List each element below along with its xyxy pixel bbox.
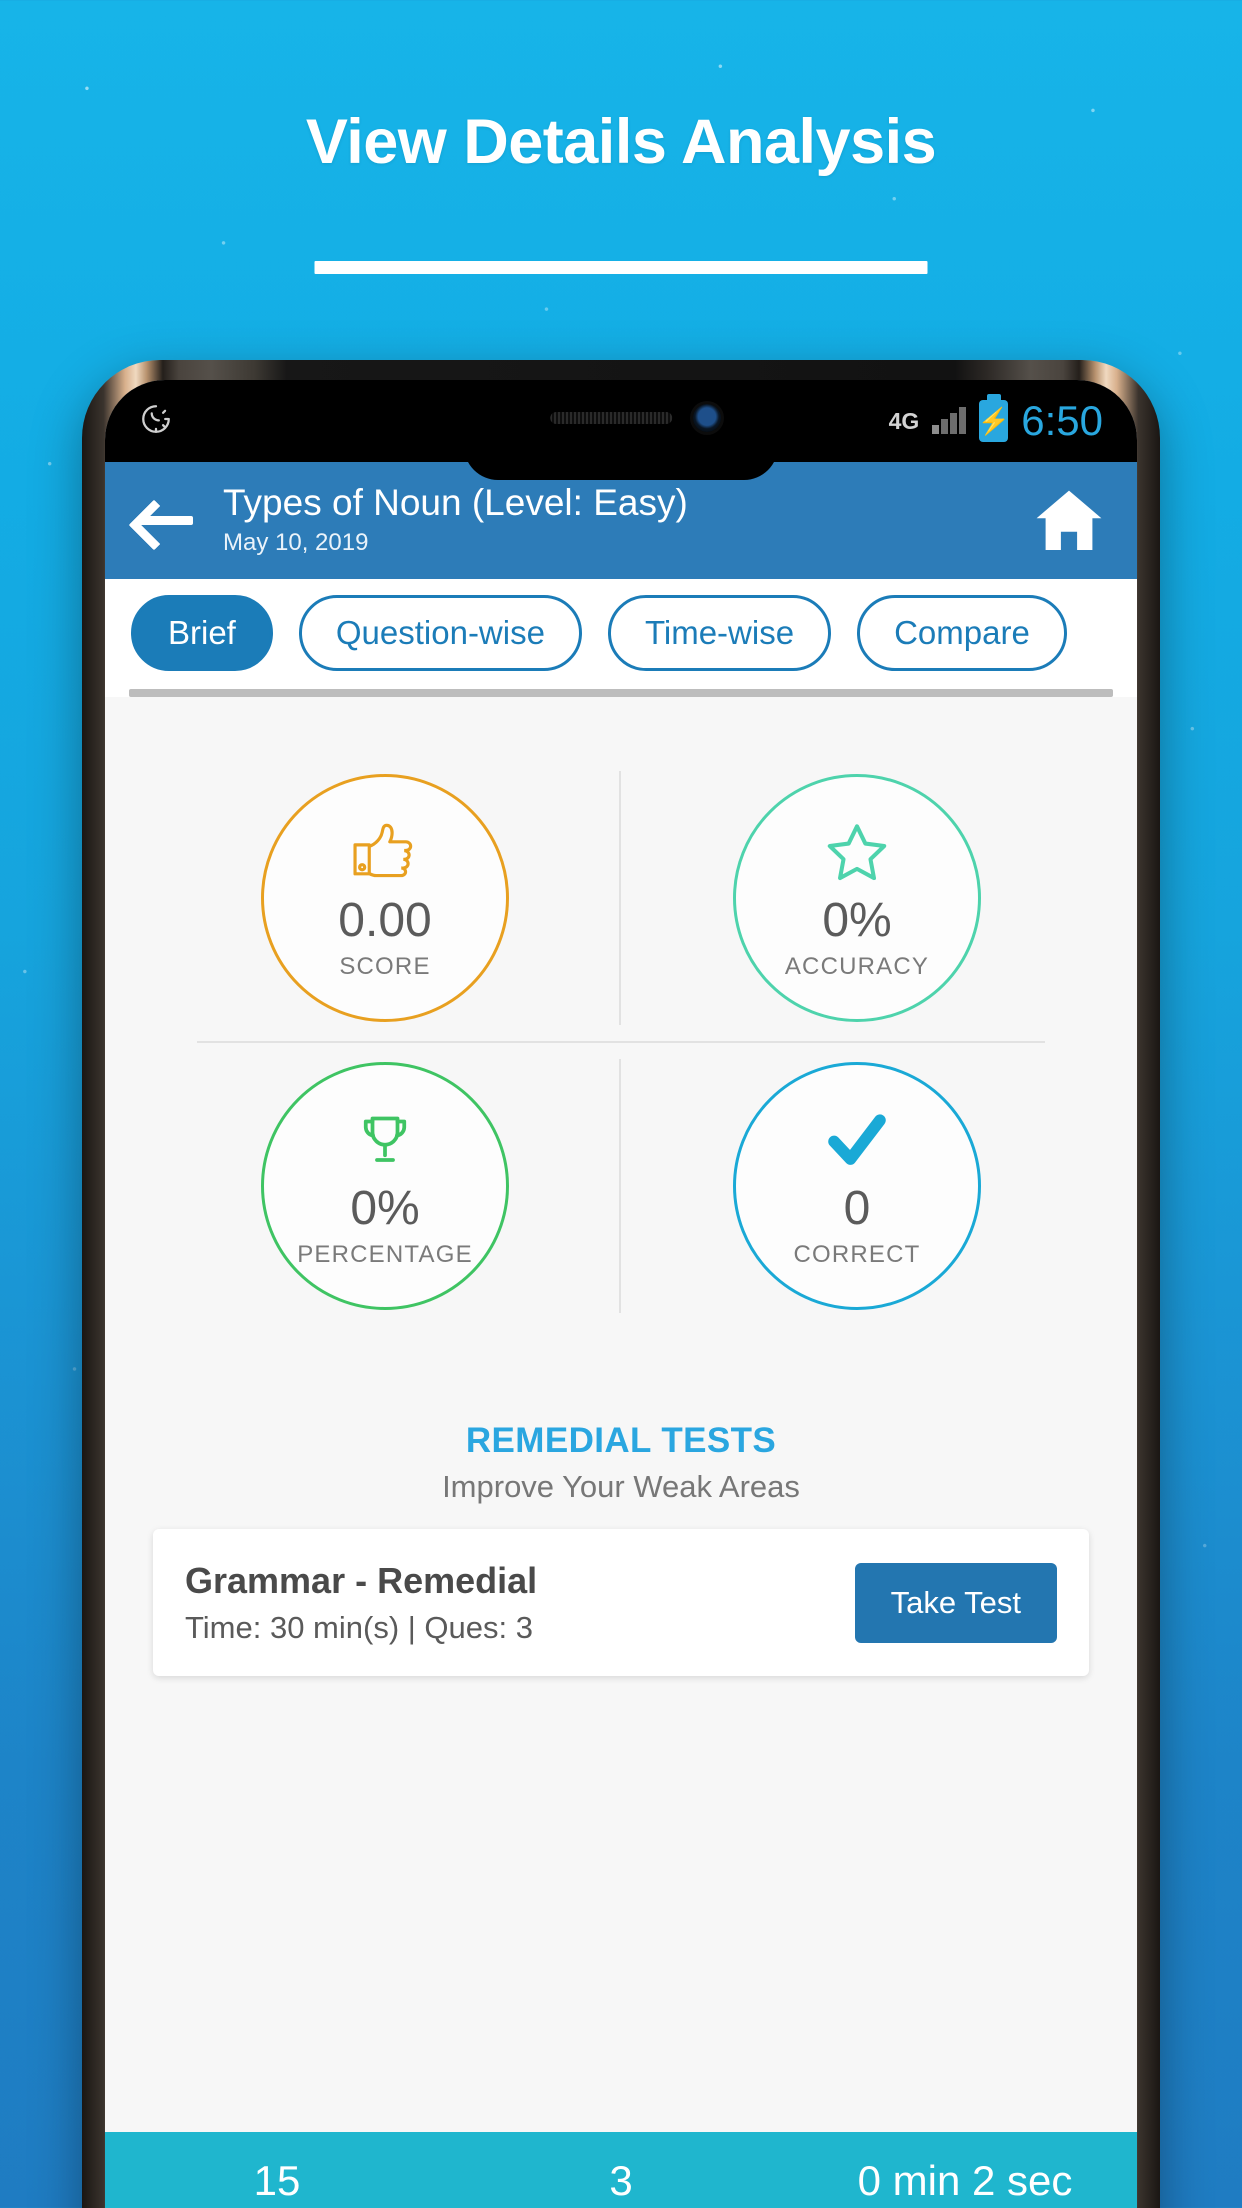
take-test-button[interactable]: Take Test — [854, 1562, 1057, 1643]
correct-value: 0 — [843, 1182, 871, 1236]
summary-total-ques: 15 Total Ques — [105, 2159, 449, 2208]
remedial-test-card[interactable]: Grammar - Remedial Time: 30 min(s) | Que… — [153, 1529, 1089, 1676]
title-underline — [314, 261, 928, 274]
status-bar-right: 4G ⚡ 6:50 — [889, 400, 1103, 442]
score-value: 0.00 — [338, 894, 432, 948]
tab-brief[interactable]: Brief — [131, 595, 273, 672]
stat-cell-accuracy: 0% ACCURACY — [621, 755, 1093, 1041]
remedial-subheading: Improve Your Weak Areas — [442, 1469, 800, 1505]
tab-compare[interactable]: Compare — [857, 595, 1067, 672]
total-ques-value: 15 — [253, 2157, 301, 2205]
percentage-value: 0% — [350, 1182, 420, 1236]
brief-panel: 0.00 SCORE 0% ACCURACY 0% PERCENTAGE 0 C… — [105, 697, 1137, 1676]
page-title: View Details Analysis — [305, 107, 937, 177]
stat-cell-percentage: 0% PERCENTAGE — [149, 1043, 621, 1329]
accuracy-value: 0% — [822, 894, 892, 948]
test-date: May 10, 2019 — [223, 529, 369, 557]
home-icon[interactable] — [1031, 487, 1107, 553]
app-bar-titles: Types of Noun (Level: Easy) May 10, 2019 — [223, 482, 1005, 557]
tab-underline — [129, 689, 1113, 698]
summary-bar: 15 Total Ques 3 Attempt 0 min 2 sec Avg.… — [105, 2132, 1137, 2208]
display-notch — [464, 380, 778, 480]
signal-bars-icon — [932, 407, 967, 434]
avg-time-value: 0 min 2 sec — [857, 2157, 1073, 2205]
thumbs-up-icon — [352, 816, 418, 890]
charging-bolt-glyph: ⚡ — [977, 406, 1010, 436]
stats-row-top: 0.00 SCORE 0% ACCURACY — [149, 755, 1093, 1041]
stat-cell-score: 0.00 SCORE — [149, 755, 621, 1041]
phone-bezel: 4G ⚡ 6:50 Types of Noun (Level: Easy) Ma… — [105, 380, 1137, 2208]
remedial-card-texts: Grammar - Remedial Time: 30 min(s) | Que… — [185, 1559, 537, 1645]
tab-bar: Brief Question-wise Time-wise Compare — [105, 579, 1137, 698]
back-arrow-icon[interactable] — [135, 496, 197, 544]
remedial-test-name: Grammar - Remedial — [185, 1560, 538, 1602]
network-type-label: 4G — [888, 407, 920, 434]
percentage-circle[interactable]: 0% PERCENTAGE — [261, 1062, 509, 1311]
accuracy-circle[interactable]: 0% ACCURACY — [733, 774, 981, 1023]
stat-cell-correct: 0 CORRECT — [621, 1043, 1093, 1329]
tab-question-wise[interactable]: Question-wise — [298, 595, 582, 672]
status-bar-left — [139, 402, 173, 441]
do-not-disturb-icon — [139, 402, 173, 441]
accuracy-label: ACCURACY — [784, 952, 930, 980]
remedial-tests-section: REMEDIAL TESTS Improve Your Weak Areas G… — [105, 1421, 1137, 1676]
summary-avg-time: 0 min 2 sec Avg. Time/Ques — [793, 2159, 1137, 2208]
percentage-label: PERCENTAGE — [297, 1240, 473, 1268]
stats-row-bottom: 0% PERCENTAGE 0 CORRECT — [149, 1043, 1093, 1329]
remedial-test-meta: Time: 30 min(s) | Ques: 3 — [185, 1609, 533, 1645]
status-bar-clock: 6:50 — [1021, 400, 1103, 442]
star-icon — [824, 816, 890, 890]
trophy-icon — [354, 1104, 416, 1178]
summary-attempt: 3 Attempt — [449, 2159, 793, 2208]
stats-grid: 0.00 SCORE 0% ACCURACY 0% PERCENTAGE 0 C… — [105, 697, 1137, 1329]
front-camera — [693, 404, 721, 432]
earpiece-speaker — [550, 412, 673, 424]
attempt-value: 3 — [609, 2157, 633, 2205]
score-label: SCORE — [339, 952, 431, 980]
tab-list: Brief Question-wise Time-wise Compare — [105, 595, 1137, 689]
status-bar: 4G ⚡ 6:50 — [105, 380, 1137, 480]
check-icon — [823, 1104, 891, 1178]
correct-circle[interactable]: 0 CORRECT — [733, 1062, 981, 1311]
phone-mockup: 4G ⚡ 6:50 Types of Noun (Level: Easy) Ma… — [82, 360, 1160, 2208]
test-title: Types of Noun (Level: Easy) — [223, 482, 688, 523]
phone-screen: 4G ⚡ 6:50 Types of Noun (Level: Easy) Ma… — [105, 380, 1137, 2208]
score-circle[interactable]: 0.00 SCORE — [261, 774, 509, 1023]
remedial-heading: REMEDIAL TESTS — [465, 1421, 777, 1461]
tab-time-wise[interactable]: Time-wise — [607, 595, 832, 672]
battery-charging-icon: ⚡ — [977, 400, 1010, 442]
correct-label: CORRECT — [793, 1240, 921, 1268]
